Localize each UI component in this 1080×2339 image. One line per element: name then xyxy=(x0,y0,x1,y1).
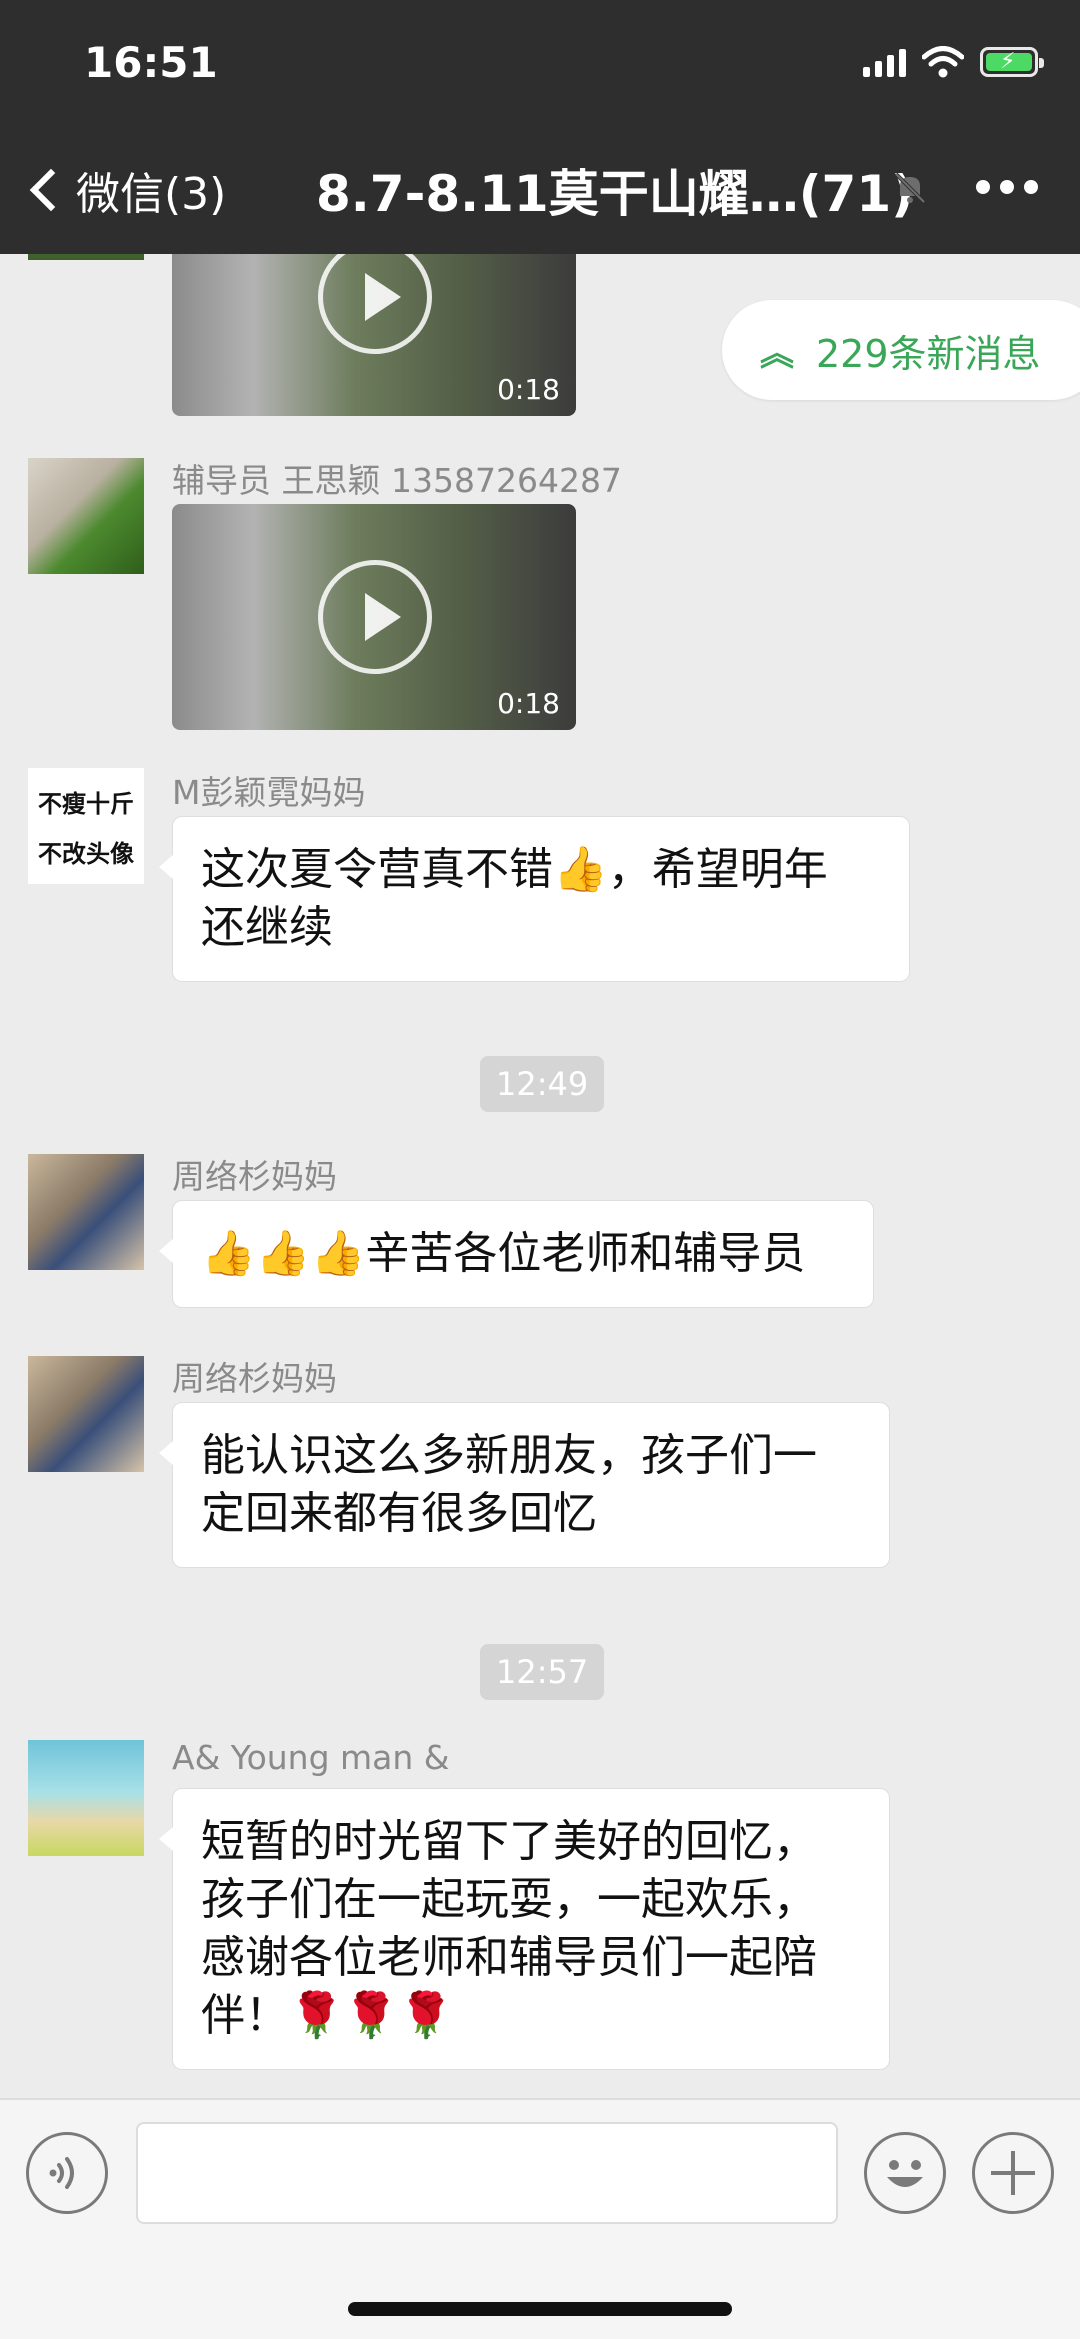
timestamp: 12:49 xyxy=(480,1056,605,1112)
message-bubble[interactable]: 👍👍👍辛苦各位老师和辅导员 xyxy=(159,1200,874,1308)
mute-bell-icon xyxy=(894,172,926,204)
sender-name: A& Young man & xyxy=(172,1738,450,1777)
double-chevron-up-icon: ︽ xyxy=(760,333,794,374)
avatar[interactable] xyxy=(28,1154,144,1270)
message-text: 孩子们在一起玩耍，一起欢乐， xyxy=(201,1874,817,1925)
avatar[interactable]: 不瘦十斤 不改头像 xyxy=(28,768,144,884)
sender-name: 周络杉妈妈 xyxy=(172,1359,337,1398)
signal-icon xyxy=(863,47,906,77)
voice-button[interactable] xyxy=(26,2132,108,2214)
play-icon xyxy=(318,240,432,354)
message-text: 定回来都有很多回忆 xyxy=(201,1488,597,1539)
chat-title: 8.7-8.11莫干山耀…(71) xyxy=(316,165,914,223)
message-text: 还继续 xyxy=(201,902,333,953)
message-text: 伴！🌹🌹🌹 xyxy=(201,1990,454,2041)
wifi-icon xyxy=(922,46,964,78)
message-bubble[interactable]: 短暂的时光留下了美好的回忆， 孩子们在一起玩耍，一起欢乐， 感谢各位老师和辅导员… xyxy=(159,1788,890,2070)
plus-icon xyxy=(991,2151,1035,2195)
avatar[interactable] xyxy=(28,1356,144,1472)
emoji-icon xyxy=(887,2160,923,2187)
navigation-header: 16:51 ⚡ 微信(3) 8.7-8.11莫干山耀…(71) xyxy=(0,0,1080,254)
message-text: 能认识这么多新朋友，孩子们一 xyxy=(201,1430,817,1481)
input-bar xyxy=(0,2098,1080,2244)
voice-icon xyxy=(49,2157,74,2189)
sender-name: 周络杉妈妈 xyxy=(172,1157,337,1196)
message-input[interactable] xyxy=(136,2122,838,2224)
avatar-text: 不改头像 xyxy=(38,839,134,868)
avatar-text: 不瘦十斤 xyxy=(38,789,134,818)
status-icons: ⚡ xyxy=(863,46,1044,78)
back-label: 微信(3) xyxy=(76,169,227,220)
more-button[interactable] xyxy=(976,180,1038,194)
video-duration: 0:18 xyxy=(497,687,560,720)
add-button[interactable] xyxy=(972,2132,1054,2214)
message-text: 👍👍👍辛苦各位老师和辅导员 xyxy=(201,1228,806,1279)
new-messages-banner[interactable]: ︽ 229条新消息 xyxy=(722,300,1080,400)
message-text: 短暂的时光留下了美好的回忆， xyxy=(201,1816,817,1867)
message-text: 感谢各位老师和辅导员们一起陪 xyxy=(201,1932,817,1983)
battery-icon: ⚡ xyxy=(980,47,1044,77)
message-bubble[interactable]: 能认识这么多新朋友，孩子们一 定回来都有很多回忆 xyxy=(159,1402,890,1568)
back-button[interactable]: 微信(3) xyxy=(22,158,226,222)
play-icon xyxy=(318,560,432,674)
video-duration: 0:18 xyxy=(497,373,560,406)
video-message[interactable]: 0:18 xyxy=(172,504,576,730)
sender-name: M彭颖霓妈妈 xyxy=(172,773,366,812)
bottom-safe-area xyxy=(0,2244,1080,2339)
avatar[interactable] xyxy=(28,1740,144,1856)
message-text: 这次夏令营真不错👍，希望明年 xyxy=(201,844,828,895)
home-indicator[interactable] xyxy=(348,2302,732,2316)
sender-name: 辅导员 王思颖 13587264287 xyxy=(172,461,622,500)
status-time: 16:51 xyxy=(84,38,218,87)
avatar[interactable] xyxy=(28,458,144,574)
new-messages-label: 229条新消息 xyxy=(816,331,1041,376)
message-bubble[interactable]: 这次夏令营真不错👍，希望明年 还继续 xyxy=(159,816,910,982)
emoji-button[interactable] xyxy=(864,2132,946,2214)
timestamp: 12:57 xyxy=(480,1644,605,1700)
chevron-left-icon xyxy=(29,168,73,212)
